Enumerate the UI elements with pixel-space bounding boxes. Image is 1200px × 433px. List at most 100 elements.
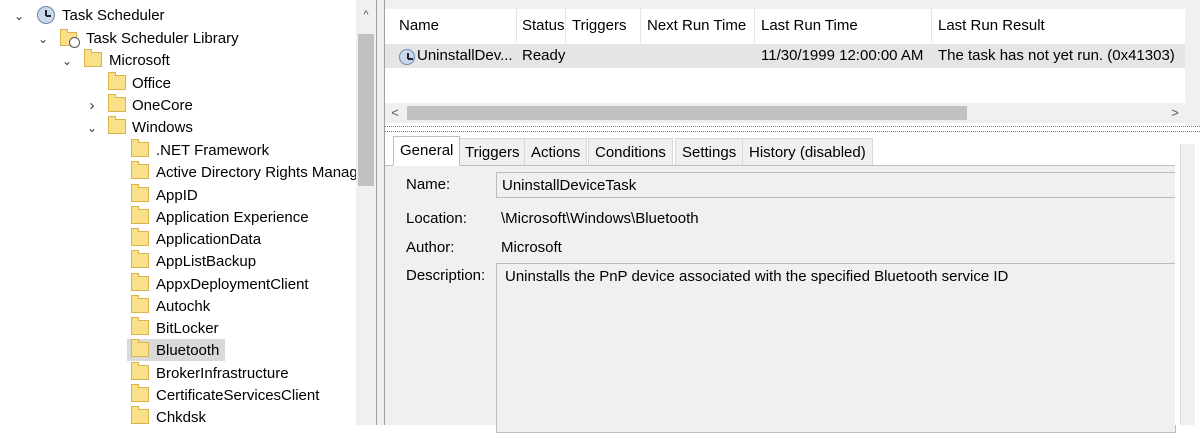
folder-icon	[108, 94, 126, 112]
tree-item-office[interactable]: Office	[0, 72, 356, 95]
tab-triggers[interactable]: Triggers	[458, 138, 527, 165]
tree-item-microsoft[interactable]: ⌄ Microsoft	[0, 49, 356, 72]
column-header-triggers[interactable]: Triggers	[566, 9, 641, 43]
column-header-next-run-time[interactable]: Next Run Time	[641, 9, 755, 43]
folder-icon	[131, 250, 149, 268]
column-header-status[interactable]: Status	[516, 9, 566, 43]
column-header-last-run-result[interactable]: Last Run Result	[932, 9, 1185, 43]
description-field[interactable]: Uninstalls the PnP device associated wit…	[496, 263, 1176, 433]
tree-item-task-scheduler[interactable]: ⌄ Task Scheduler	[0, 5, 356, 27]
tree-item-onecore[interactable]: › OneCore	[0, 94, 356, 117]
description-label: Description:	[406, 267, 486, 284]
tree-item-label: Microsoft	[109, 52, 170, 69]
tree-item-task-scheduler-library[interactable]: ⌄ Task Scheduler Library	[0, 28, 356, 50]
tree-vertical-scrollbar[interactable]: ^	[356, 0, 376, 425]
folder-icon	[131, 362, 149, 380]
folder-icon	[131, 406, 149, 424]
folder-icon	[131, 295, 149, 313]
task-last-result-cell: The task has not yet run. (0x41303)	[938, 47, 1175, 64]
folder-icon	[131, 339, 149, 357]
scroll-up-icon[interactable]: ^	[356, 0, 376, 30]
scroll-right-icon[interactable]: >	[1165, 103, 1185, 123]
folder-tree: ⌄ Task Scheduler ⌄ Task Scheduler Librar…	[0, 0, 356, 425]
folder-icon	[108, 116, 126, 134]
task-next-run-cell	[641, 45, 755, 67]
scrollbar-thumb[interactable]	[358, 34, 374, 186]
chevron-down-icon[interactable]: ⌄	[61, 50, 73, 72]
chevron-down-icon[interactable]: ⌄	[37, 28, 49, 50]
chevron-right-icon[interactable]: ›	[86, 95, 98, 117]
task-last-run-cell: 11/30/1999 12:00:00 AM	[761, 47, 924, 64]
details-vertical-scrollbar[interactable]	[1175, 132, 1200, 425]
folder-icon	[131, 273, 149, 291]
tree-item-label: Task Scheduler Library	[86, 30, 239, 47]
chevron-down-icon[interactable]: ⌄	[86, 117, 98, 139]
tree-item-autochk[interactable]: Autochk	[0, 295, 356, 318]
task-list: Name Status Triggers Next Run Time Last …	[385, 0, 1200, 126]
tree-item-label: Office	[132, 75, 171, 92]
tree-item-label: AppListBackup	[156, 253, 257, 270]
tree-item-application-experience[interactable]: Application Experience	[0, 206, 356, 229]
general-tab-panel: Name: UninstallDeviceTask Location: \Mic…	[385, 166, 1176, 433]
tree-item-label: BrokerInfrastructure	[156, 365, 289, 382]
tree-item-label: ApplicationData	[156, 231, 262, 248]
tree-item-brokerinfrastructure[interactable]: BrokerInfrastructure	[0, 362, 356, 385]
tab-settings[interactable]: Settings	[675, 138, 744, 165]
task-status-cell: Ready	[522, 47, 566, 64]
tree-item-bluetooth[interactable]: Bluetooth	[0, 339, 356, 362]
tree-item-label: AppID	[156, 187, 198, 204]
library-folder-icon	[60, 29, 80, 48]
tree-item-appxdeploymentclient[interactable]: AppxDeploymentClient	[0, 273, 356, 296]
tree-item-label: .NET Framework	[156, 142, 270, 159]
folder-icon	[131, 206, 149, 224]
tree-item-label: CertificateServicesClient	[156, 387, 320, 404]
tree-item-active-directory-rights[interactable]: Active Directory Rights Manage	[0, 161, 356, 184]
tree-item-appid[interactable]: AppID	[0, 184, 356, 207]
tree-item-label: OneCore	[132, 97, 193, 114]
task-list-vertical-scrollbar[interactable]	[1185, 9, 1200, 126]
tree-item-label: BitLocker	[156, 320, 219, 337]
tree-item-label: Windows	[132, 119, 193, 136]
name-label: Name:	[406, 176, 451, 193]
author-label: Author:	[406, 239, 455, 256]
tree-item-certificateservicesclient[interactable]: CertificateServicesClient	[0, 384, 356, 407]
pane-splitter[interactable]	[376, 0, 385, 425]
column-header-last-run-time[interactable]: Last Run Time	[755, 9, 932, 43]
task-details: General Triggers Actions Conditions Sett…	[385, 132, 1200, 433]
tree-item-label: Chkdsk	[156, 409, 207, 425]
task-list-horizontal-scrollbar[interactable]: < >	[385, 103, 1185, 123]
tree-item-bitlocker[interactable]: BitLocker	[0, 317, 356, 340]
folder-icon	[131, 139, 149, 157]
tree-item-label: Task Scheduler	[62, 7, 165, 24]
folder-icon	[131, 184, 149, 202]
folder-icon	[131, 228, 149, 246]
tree-item-applistbackup[interactable]: AppListBackup	[0, 250, 356, 273]
location-value: \Microsoft\Windows\Bluetooth	[501, 210, 699, 227]
folder-icon	[108, 72, 126, 90]
tab-history[interactable]: History (disabled)	[742, 138, 873, 165]
scroll-left-icon[interactable]: <	[385, 103, 405, 123]
chevron-down-icon[interactable]: ⌄	[13, 5, 25, 27]
tree-item-applicationdata[interactable]: ApplicationData	[0, 228, 356, 251]
tab-conditions[interactable]: Conditions	[588, 138, 673, 165]
author-value: Microsoft	[501, 239, 562, 256]
folder-icon	[131, 384, 149, 402]
scrollbar-track[interactable]	[1180, 144, 1195, 425]
task-name-cell: UninstallDev...	[417, 47, 513, 64]
folder-icon	[84, 49, 102, 67]
name-field[interactable]: UninstallDeviceTask	[496, 172, 1176, 198]
column-header-name[interactable]: Name	[393, 9, 517, 43]
tab-general[interactable]: General	[393, 136, 461, 166]
location-label: Location:	[406, 210, 467, 227]
task-triggers-cell	[566, 45, 641, 67]
scrollbar-thumb[interactable]	[407, 106, 967, 120]
folder-icon	[131, 317, 149, 335]
tree-item-chkdsk[interactable]: Chkdsk	[0, 406, 356, 425]
tree-item-label: AppxDeploymentClient	[156, 276, 309, 293]
tab-actions[interactable]: Actions	[524, 138, 588, 165]
tree-item-label: Application Experience	[156, 209, 309, 226]
tree-item-windows[interactable]: ⌄ Windows	[0, 116, 356, 139]
folder-icon	[131, 161, 149, 179]
clock-icon	[37, 6, 55, 24]
tree-item-net-framework[interactable]: .NET Framework	[0, 139, 356, 162]
